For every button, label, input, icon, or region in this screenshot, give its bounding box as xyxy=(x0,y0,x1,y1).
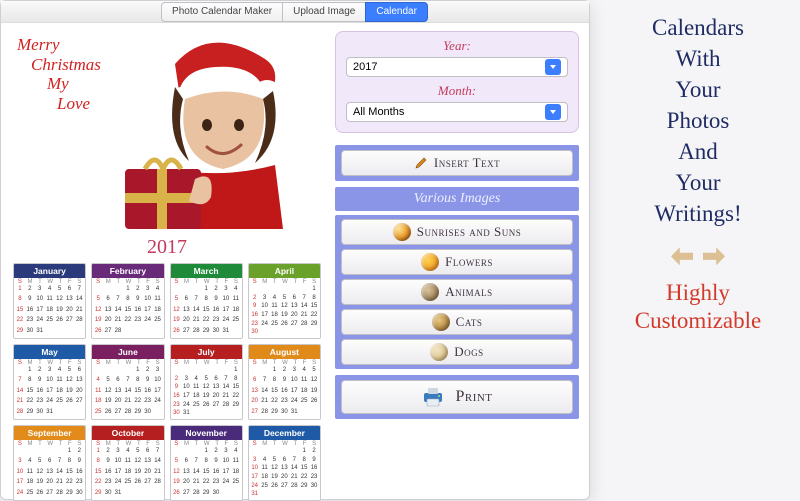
month-cell-march[interactable]: MarchSMTWTFS1234567891011121314151617181… xyxy=(170,263,243,339)
category-animals-button[interactable]: Animals xyxy=(341,279,573,305)
tab-upload-image[interactable]: Upload Image xyxy=(282,2,366,22)
category-flowers-button[interactable]: Flowers xyxy=(341,249,573,275)
month-header: December xyxy=(249,426,320,440)
dog-icon xyxy=(430,343,448,361)
promo-subline: Highly Customizable xyxy=(606,279,790,334)
arrow-left-icon[interactable] xyxy=(671,247,693,265)
year-calendar-grid: JanuarySMTWTFS12345678910111213141516171… xyxy=(11,263,323,501)
month-header: June xyxy=(92,345,163,359)
insert-text-strip: Insert Text xyxy=(335,145,579,181)
calendar-year-title: 2017 xyxy=(11,236,323,259)
santa-photo-placeholder xyxy=(115,29,315,229)
photo-overlay-text: Merry Christmas My Love xyxy=(17,35,101,113)
month-header: November xyxy=(171,426,242,440)
chevron-down-icon xyxy=(545,104,561,120)
month-cell-december[interactable]: DecemberSMTWTFS1234567891011121314151617… xyxy=(248,425,321,501)
month-header: April xyxy=(249,264,320,278)
month-cell-february[interactable]: FebruarySMTWTFS1234567891011121314151617… xyxy=(91,263,164,339)
year-select[interactable]: 2017 xyxy=(346,57,568,77)
insert-text-button[interactable]: Insert Text xyxy=(341,150,573,176)
promo-nav-arrows xyxy=(606,247,790,265)
month-select[interactable]: All Months xyxy=(346,102,568,122)
month-cell-september[interactable]: SeptemberSMTWTFS123456789101112131415161… xyxy=(13,425,86,501)
category-sunrises-button[interactable]: Sunrises and Suns xyxy=(341,219,573,245)
animal-icon xyxy=(421,283,439,301)
chevron-down-icon xyxy=(545,59,561,75)
tab-bar: Photo Calendar Maker Upload Image Calend… xyxy=(1,1,589,23)
various-images-header: Various Images xyxy=(335,187,579,211)
month-header: February xyxy=(92,264,163,278)
month-cell-july[interactable]: JulySMTWTFS12345678910111213141516171819… xyxy=(170,344,243,420)
cat-icon xyxy=(432,313,450,331)
sun-icon xyxy=(393,223,411,241)
month-cell-november[interactable]: NovemberSMTWTFS1234567891011121314151617… xyxy=(170,425,243,501)
controls-column: Year: 2017 Month: All Months Insert Text… xyxy=(331,23,589,499)
month-cell-may[interactable]: MaySMTWTFS123456789101112131415161718192… xyxy=(13,344,86,420)
month-label: Month: xyxy=(346,83,568,99)
month-cell-june[interactable]: JuneSMTWTFS12345678910111213141516171819… xyxy=(91,344,164,420)
app-window: Photo Calendar Maker Upload Image Calend… xyxy=(0,0,590,500)
arrow-right-icon[interactable] xyxy=(703,247,725,265)
year-label: Year: xyxy=(346,38,568,54)
month-header: September xyxy=(14,426,85,440)
printer-icon xyxy=(421,386,445,408)
category-cats-button[interactable]: Cats xyxy=(341,309,573,335)
month-cell-october[interactable]: OctoberSMTWTFS12345678910111213141516171… xyxy=(91,425,164,501)
category-dogs-button[interactable]: Dogs xyxy=(341,339,573,365)
month-header: October xyxy=(92,426,163,440)
month-header: March xyxy=(171,264,242,278)
flower-icon xyxy=(421,253,439,271)
photo-preview[interactable]: Merry Christmas My Love xyxy=(11,29,321,234)
month-cell-january[interactable]: JanuarySMTWTFS12345678910111213141516171… xyxy=(13,263,86,339)
month-cell-august[interactable]: AugustSMTWTFS123456789101112131415161718… xyxy=(248,344,321,420)
promo-headline: CalendarsWithYourPhotosAndYourWritings! xyxy=(606,12,790,229)
year-month-selector-box: Year: 2017 Month: All Months xyxy=(335,31,579,133)
image-category-list: Sunrises and Suns Flowers Animals Cats D… xyxy=(335,215,579,369)
pencil-icon xyxy=(414,156,428,170)
tab-photo-calendar-maker[interactable]: Photo Calendar Maker xyxy=(161,2,283,22)
month-header: January xyxy=(14,264,85,278)
month-header: July xyxy=(171,345,242,359)
print-button[interactable]: Print xyxy=(341,380,573,414)
month-cell-april[interactable]: AprilSMTWTFS1234567891011121314151617181… xyxy=(248,263,321,339)
promo-sidebar: CalendarsWithYourPhotosAndYourWritings! … xyxy=(590,0,800,500)
print-strip: Print xyxy=(335,375,579,419)
calendar-preview-pane: Merry Christmas My Love xyxy=(1,23,331,499)
month-header: August xyxy=(249,345,320,359)
tab-calendar[interactable]: Calendar xyxy=(365,2,428,22)
month-header: May xyxy=(14,345,85,359)
